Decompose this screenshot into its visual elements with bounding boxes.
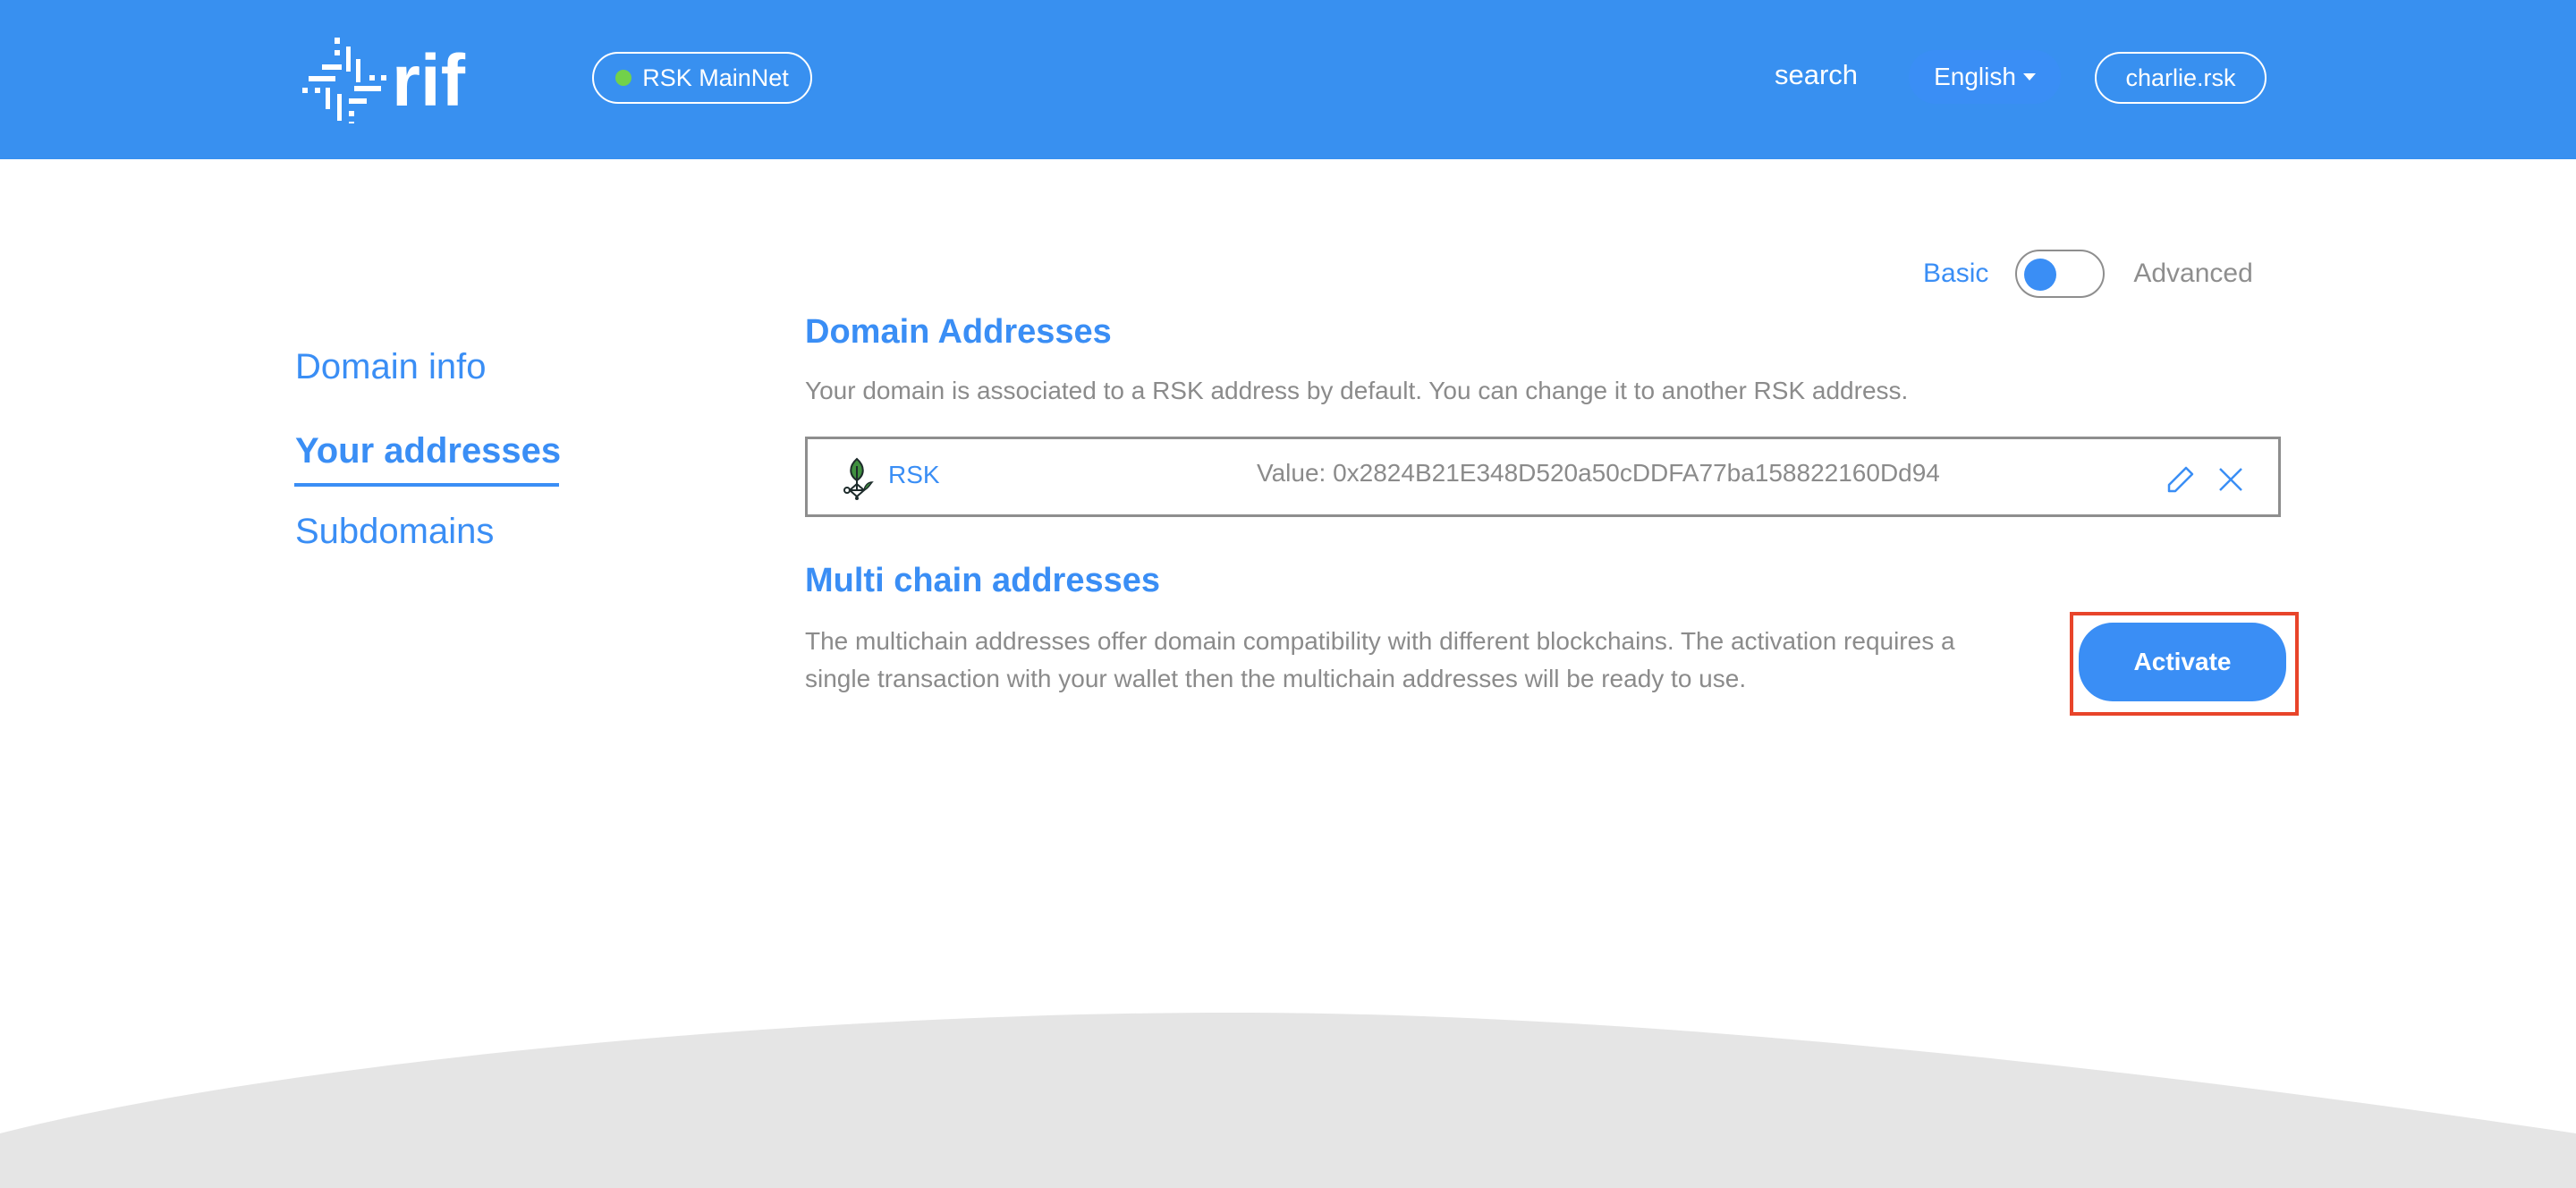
mode-advanced-label[interactable]: Advanced [2133,259,2252,289]
rsk-chain-icon [843,457,874,500]
network-label: RSK MainNet [642,64,789,91]
close-icon[interactable] [2217,466,2244,493]
multichain-title: Multi chain addresses [805,562,1161,599]
basic-advanced-toggle[interactable] [2015,250,2106,298]
pencil-icon[interactable] [2165,464,2196,495]
search-link[interactable]: search [1775,59,1858,91]
language-selected-label: English [1934,63,2016,90]
sidebar-item-subdomains[interactable]: Subdomains [295,512,494,552]
network-status-dot-icon [615,70,632,86]
address-value: Value: 0x2824B21E348D520a50cDDFA77ba1588… [1257,459,1940,487]
chevron-down-icon [2022,73,2036,81]
footer-curve-decoration [0,1012,2576,1188]
domain-addresses-description: Your domain is associated to a RSK addre… [805,377,1909,404]
mode-basic-label[interactable]: Basic [1923,259,1988,289]
activate-button[interactable]: Activate [2079,623,2286,701]
language-select[interactable]: English [1909,50,2061,104]
rif-logo-mark-icon [302,38,386,123]
rif-logo[interactable]: rif [293,34,481,123]
network-badge[interactable]: RSK MainNet [592,52,812,104]
chain-label: RSK [888,461,940,488]
rif-logo-text: rif [392,40,466,122]
address-row-rsk: RSK Value: 0x2824B21E348D520a50cDDFA77ba… [805,437,2281,517]
mode-toggle-row: Basic Advanced [1923,249,2253,299]
sidebar-item-domain-info[interactable]: Domain info [295,347,486,387]
sidebar-item-your-addresses[interactable]: Your addresses [293,431,561,487]
top-navbar: rif RSK MainNet search English charlie.r… [0,0,2576,159]
account-label: charlie.rsk [2125,64,2236,91]
multichain-description: The multichain addresses offer domain co… [805,627,1955,692]
account-button[interactable]: charlie.rsk [2095,52,2267,104]
toggle-knob [2024,259,2057,291]
domain-addresses-title: Domain Addresses [805,313,1112,351]
